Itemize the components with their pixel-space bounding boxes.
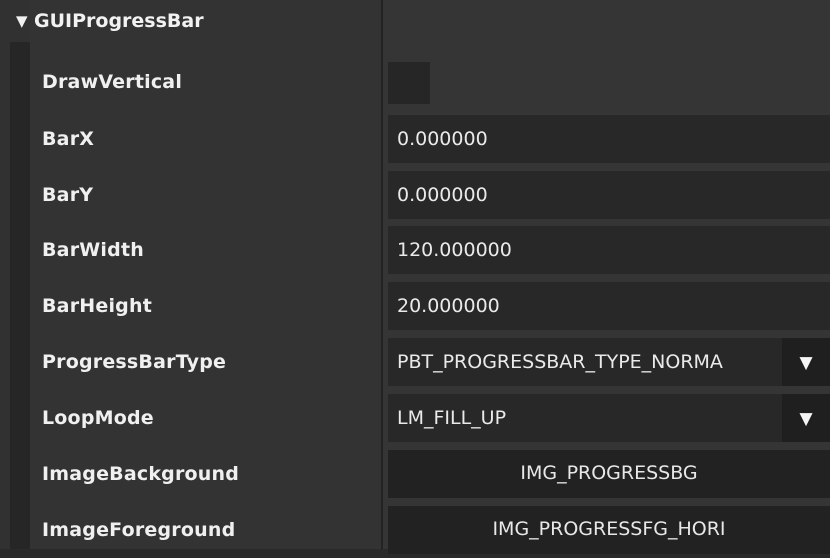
property-row-loopmode: LoopMode LM_FILL_UP ▼ xyxy=(0,390,830,446)
property-label: BarWidth xyxy=(42,239,144,261)
barwidth-input[interactable]: 120.000000 xyxy=(388,226,830,274)
property-row-imageforeground: ImageForeground IMG_PROGRESSFG_HORI xyxy=(0,502,830,558)
property-row-barwidth: BarWidth 120.000000 xyxy=(0,222,830,278)
property-row-imagebackground: ImageBackground IMG_PROGRESSBG xyxy=(0,446,830,502)
property-label: BarY xyxy=(42,184,94,206)
drawvertical-checkbox[interactable] xyxy=(388,62,430,104)
component-header[interactable]: ▼ GUIProgressBar xyxy=(0,0,381,42)
property-row-progressbartype: ProgressBarType PBT_PROGRESSBAR_TYPE_NOR… xyxy=(0,334,830,390)
bary-input[interactable]: 0.000000 xyxy=(388,171,830,219)
inspector-panel: ▼ GUIProgressBar DrawVertical BarX 0.000… xyxy=(0,0,830,554)
barwidth-value: 120.000000 xyxy=(397,239,512,261)
barx-value: 0.000000 xyxy=(397,128,488,150)
loopmode-value: LM_FILL_UP xyxy=(397,407,507,429)
triangle-down-icon[interactable]: ▼ xyxy=(16,12,34,30)
property-label: ProgressBarType xyxy=(42,351,227,373)
chevron-down-icon[interactable]: ▼ xyxy=(782,394,830,442)
property-row-barheight: BarHeight 20.000000 xyxy=(0,278,830,334)
barheight-value: 20.000000 xyxy=(397,295,500,317)
property-label: ImageBackground xyxy=(42,463,240,485)
progressbartype-value: PBT_PROGRESSBAR_TYPE_NORMA xyxy=(397,351,723,373)
property-label: LoopMode xyxy=(42,407,154,429)
property-label: DrawVertical xyxy=(42,71,183,93)
property-row-bary: BarY 0.000000 xyxy=(0,167,830,223)
loopmode-select[interactable]: LM_FILL_UP ▼ xyxy=(388,394,830,442)
bary-value: 0.000000 xyxy=(397,184,488,206)
barheight-input[interactable]: 20.000000 xyxy=(388,282,830,330)
property-row-barx: BarX 0.000000 xyxy=(0,111,830,167)
imagebackground-asset-field[interactable]: IMG_PROGRESSBG xyxy=(388,450,830,498)
property-label: BarHeight xyxy=(42,295,152,317)
property-row-drawvertical: DrawVertical xyxy=(0,54,830,110)
progressbartype-select[interactable]: PBT_PROGRESSBAR_TYPE_NORMA ▼ xyxy=(388,338,830,386)
component-title: GUIProgressBar xyxy=(34,10,204,32)
barx-input[interactable]: 0.000000 xyxy=(388,115,830,163)
imageforeground-asset-field[interactable]: IMG_PROGRESSFG_HORI xyxy=(388,506,830,554)
property-label: BarX xyxy=(42,128,95,150)
chevron-down-icon[interactable]: ▼ xyxy=(782,338,830,386)
property-label: ImageForeground xyxy=(42,519,236,541)
